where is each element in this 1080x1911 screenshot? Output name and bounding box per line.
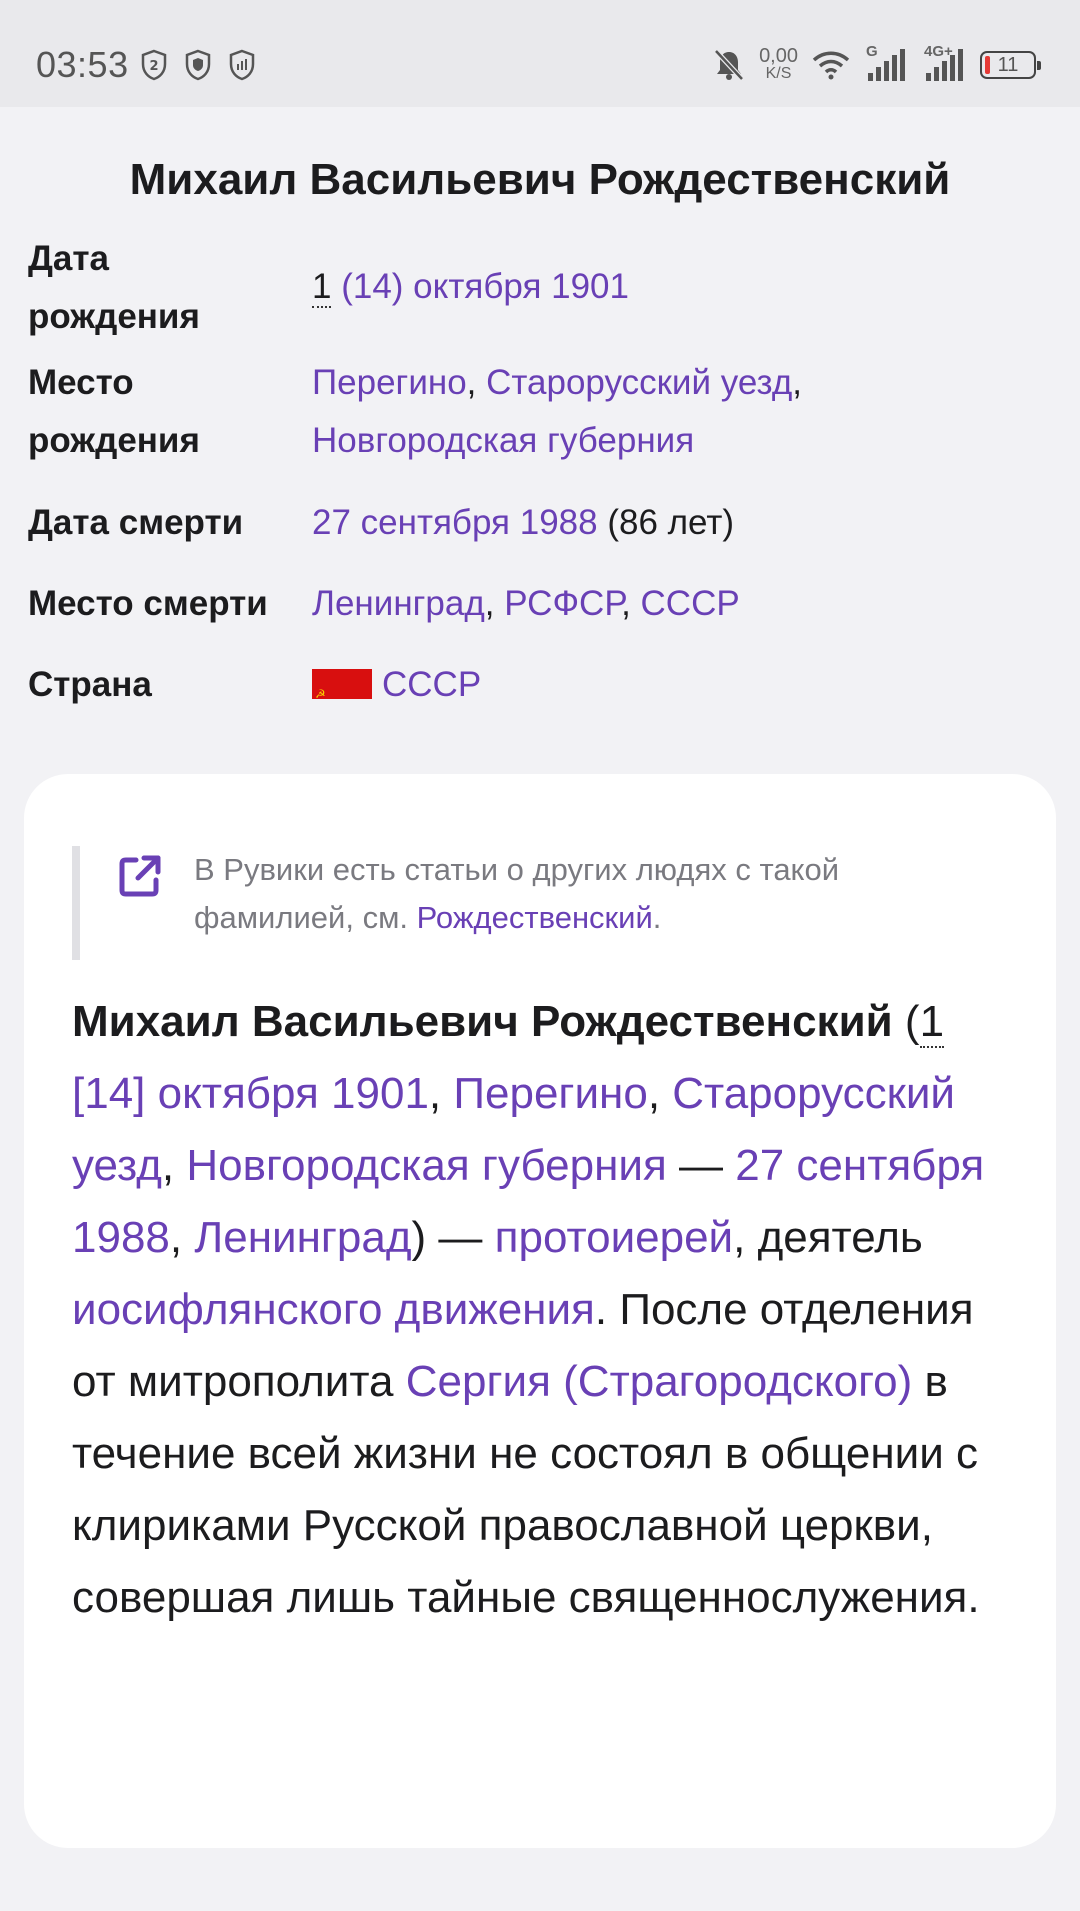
country-label: Страна	[28, 665, 152, 704]
lead-link-movement[interactable]: иосифлянского движения	[72, 1285, 595, 1334]
lead-name: Михаил Васильевич Рождественский	[72, 997, 893, 1046]
shield-2-icon: 2	[141, 49, 167, 81]
ussr-flag-icon	[312, 665, 372, 723]
birth-place-value: Перегино, Старорусский уезд, Новгородска…	[312, 354, 1052, 470]
separator: ,	[484, 584, 505, 623]
separator: ,	[621, 584, 641, 623]
lead-text: —	[666, 1141, 736, 1190]
infobox-row-birth-date: Дата рождения 1 (14) октября 1901	[28, 230, 1058, 346]
death-date-label: Дата смерти	[28, 503, 244, 542]
lead-text: , деятель	[733, 1213, 923, 1262]
hatnote: В Рувики есть статьи о других людях с та…	[72, 846, 980, 960]
infobox-row-death-date: Дата смерти 27 сентября 1988 (86 лет)	[28, 494, 1058, 552]
birth-place-link-uezd[interactable]: Старорусский уезд	[486, 363, 792, 402]
death-date-value: 27 сентября 1988 (86 лет)	[312, 494, 1052, 552]
lead-link-protoierey[interactable]: протоиерей	[495, 1213, 734, 1262]
battery-level: 11	[997, 53, 1019, 76]
hatnote-end: .	[652, 900, 662, 935]
hatnote-text: В Рувики есть статьи о других людях с та…	[194, 846, 954, 942]
lead-text: (	[892, 997, 920, 1046]
death-place-value: Ленинград, РСФСР, СССР	[312, 575, 1052, 633]
lead-text: ,	[428, 1069, 454, 1118]
lead-text: ,	[647, 1069, 673, 1118]
lead-link-sergiy[interactable]: Сергия (Страгородского)	[406, 1357, 913, 1406]
status-right-icons: 0,00 K/S G 4G+ 11	[713, 40, 1041, 90]
infobox-row-death-place: Место смерти Ленинград, РСФСР, СССР	[28, 575, 1058, 633]
status-left-icons: 2	[140, 49, 256, 81]
lead-text: ,	[161, 1141, 187, 1190]
lead-link-leningrad[interactable]: Ленинград	[194, 1213, 411, 1262]
death-age: (86 лет)	[597, 503, 735, 542]
lead-link-peregino[interactable]: Перегино	[453, 1069, 647, 1118]
birth-date-value: 1 (14) октября 1901	[312, 258, 1052, 316]
cell-signal-4g-icon: 4G+	[922, 43, 966, 83]
separator: ,	[792, 363, 802, 402]
net-speed-value: 0,00	[759, 45, 798, 67]
net-speed: 0,00 K/S	[759, 45, 798, 82]
birth-date-label: Дата рождения	[28, 239, 200, 336]
shield-signal-icon	[229, 49, 255, 81]
death-place-link-ussr[interactable]: СССР	[641, 584, 740, 623]
birth-date-link[interactable]: (14) октября 1901	[341, 267, 629, 306]
external-link-icon	[119, 855, 161, 897]
country-link[interactable]: СССР	[382, 665, 481, 704]
battery-icon: 11	[980, 51, 1041, 79]
birth-date-prefix[interactable]: 1	[312, 267, 332, 308]
bell-off-icon	[714, 49, 744, 81]
birth-place-label: Место рождения	[28, 363, 200, 460]
death-place-link-leningrad[interactable]: Ленинград	[312, 584, 485, 623]
lead-date-link[interactable]: [14] октября 1901	[72, 1069, 429, 1118]
wifi-icon	[812, 51, 850, 80]
net-speed-unit: K/S	[765, 65, 792, 82]
infobox-row-country: Страна СССР	[28, 656, 1058, 723]
status-bar: 03:53 2 0,00 K/S G 4G+ 11	[0, 0, 1080, 107]
hatnote-link[interactable]: Рождественский	[417, 900, 653, 935]
shield-check-icon	[185, 49, 211, 81]
lead-text: ,	[169, 1213, 195, 1262]
lead-paragraph: Михаил Васильевич Рождественский (1 [14]…	[72, 986, 1002, 1634]
country-value: СССР	[312, 656, 1052, 723]
death-date-link[interactable]: 27 сентября 1988	[312, 503, 598, 542]
lead-day[interactable]: 1	[919, 997, 945, 1048]
death-place-link-rsfsr[interactable]: РСФСР	[504, 584, 621, 623]
svg-text:2: 2	[149, 59, 158, 74]
infobox-row-birth-place: Место рождения Перегино, Старорусский уе…	[28, 354, 1058, 470]
article-card: В Рувики есть статьи о других людях с та…	[24, 774, 1056, 1848]
infobox-title: Михаил Васильевич Рождественский	[129, 155, 951, 204]
cell-signal-icon: G	[864, 43, 908, 83]
birth-place-link-guberniya[interactable]: Новгородская губерния	[312, 421, 694, 460]
birth-place-link-peregino[interactable]: Перегино	[312, 363, 467, 402]
separator: ,	[466, 363, 487, 402]
lead-link-guberniya[interactable]: Новгородская губерния	[186, 1141, 666, 1190]
status-time: 03:53	[36, 44, 129, 85]
lead-text: ) —	[411, 1213, 495, 1262]
death-place-label: Место смерти	[28, 584, 268, 623]
